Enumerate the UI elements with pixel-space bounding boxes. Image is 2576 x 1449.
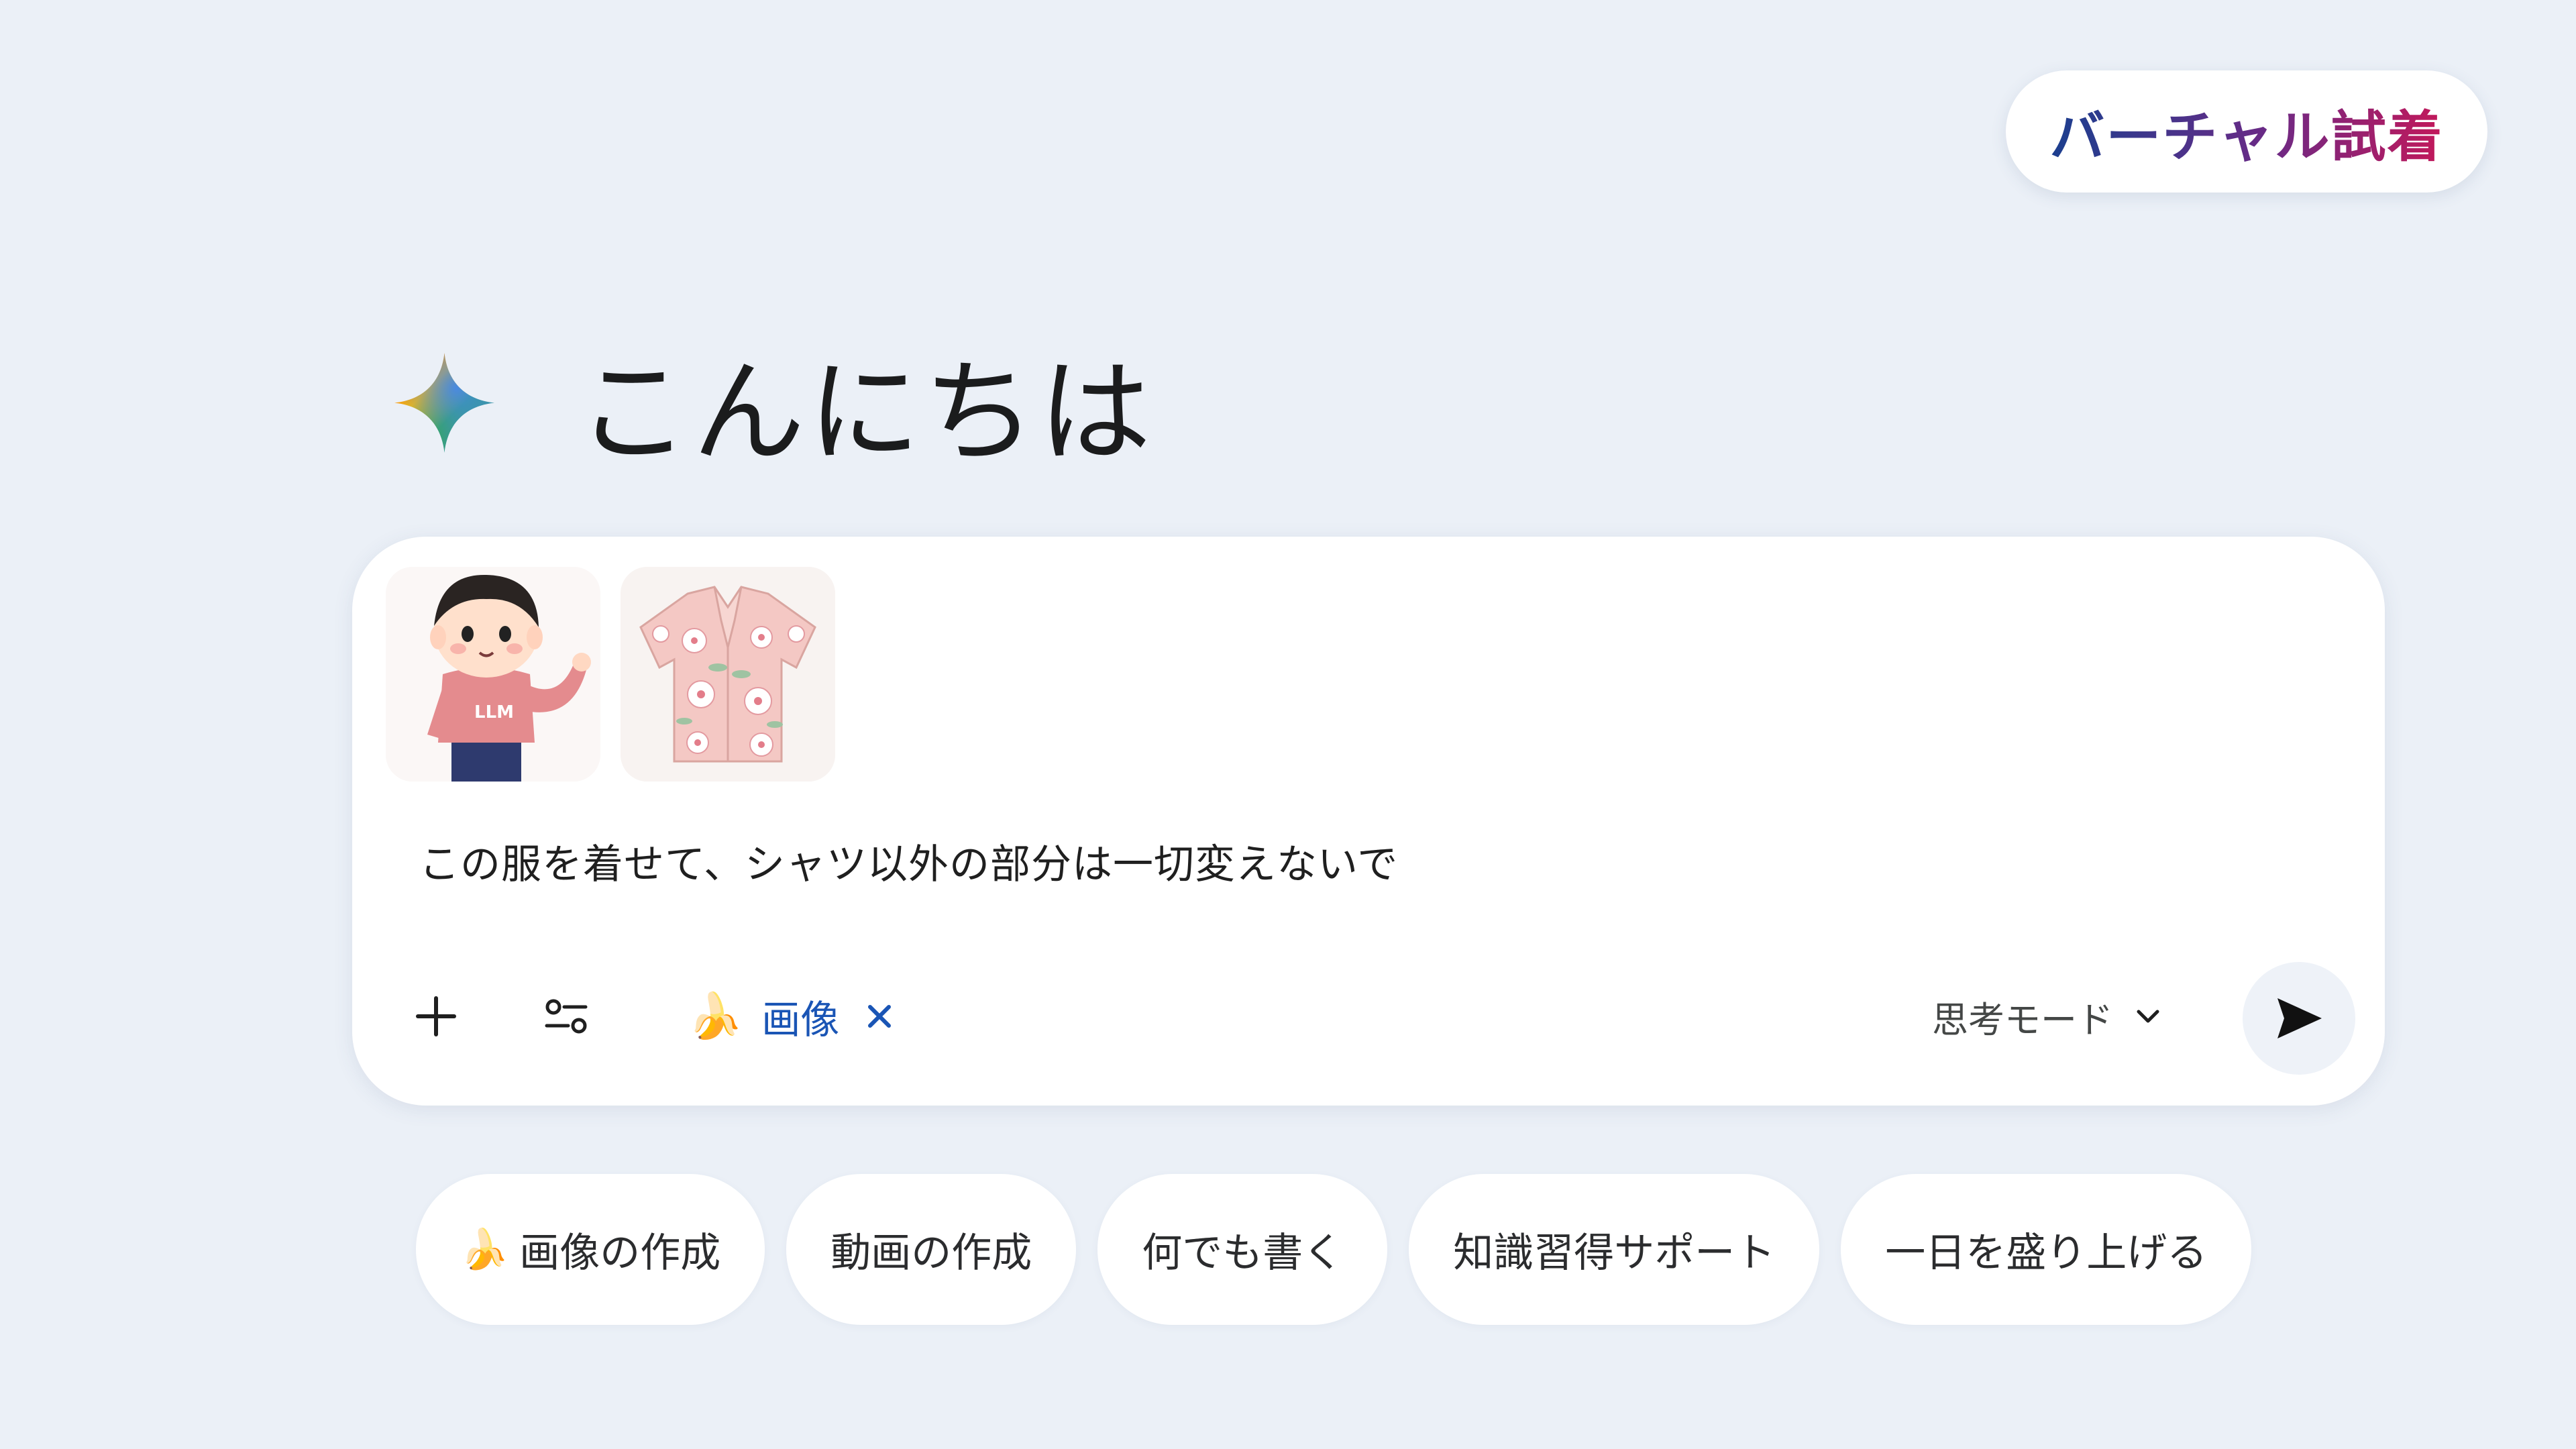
send-button[interactable] [2243,962,2355,1075]
tools-icon [545,999,588,1034]
suggestion-chips: 🍌 画像の作成 動画の作成 何でも書く 知識習得サポート 一日を盛り上げる [416,1174,2252,1325]
suggestion-create-video[interactable]: 動画の作成 [786,1174,1077,1325]
thinking-mode-selector[interactable]: 思考モード [1932,979,2163,1053]
virtual-try-on-badge: バーチャル試着 [2006,70,2487,193]
suggestion-label: 何でも書く [1142,1230,1344,1277]
gemini-spark-icon [394,352,494,453]
prompt-input-card[interactable]: LLM この服を着せて、シャツ以外の部分は一切変えないで 🍌 画像 思考モード [352,537,2385,1106]
shirt-image-thumbnail[interactable] [621,567,835,782]
suggestion-learning-support[interactable]: 知識習得サポート [1409,1174,1820,1325]
suggestion-label: 一日を盛り上げる [1885,1230,2208,1277]
character-thumbnail-icon: LLM [386,567,600,782]
banana-icon: 🍌 [460,1226,509,1272]
prompt-text-input[interactable]: この服を着せて、シャツ以外の部分は一切変えないで [419,832,1398,890]
send-icon [2277,998,2322,1038]
suggestion-write-anything[interactable]: 何でも書く [1097,1174,1388,1325]
badge-label: バーチャル試着 [2049,92,2443,172]
svg-text:LLM: LLM [474,702,514,722]
chevron-down-icon [2137,1010,2159,1023]
suggestion-label: 知識習得サポート [1453,1230,1776,1277]
suggestion-label: 動画の作成 [830,1230,1032,1277]
greeting: こんにちは [392,335,1154,478]
tool-chip-label: 画像 [761,997,840,1042]
tools-button[interactable] [530,979,604,1053]
plus-icon [416,996,456,1036]
close-icon[interactable] [865,1002,894,1031]
mode-label: 思考モード [1932,998,2113,1041]
greeting-text: こんにちは [577,346,1154,478]
image-tool-chip[interactable]: 🍌 画像 [667,979,914,1053]
aloha-shirt-thumbnail-icon [621,567,835,782]
banana-icon: 🍌 [688,990,743,1042]
suggestion-boost-day[interactable]: 一日を盛り上げる [1841,1174,2252,1325]
suggestion-label: 画像の作成 [519,1230,721,1277]
suggestion-create-image[interactable]: 🍌 画像の作成 [416,1174,765,1325]
character-image-thumbnail[interactable]: LLM [386,567,600,782]
add-attachment-button[interactable] [399,979,473,1053]
